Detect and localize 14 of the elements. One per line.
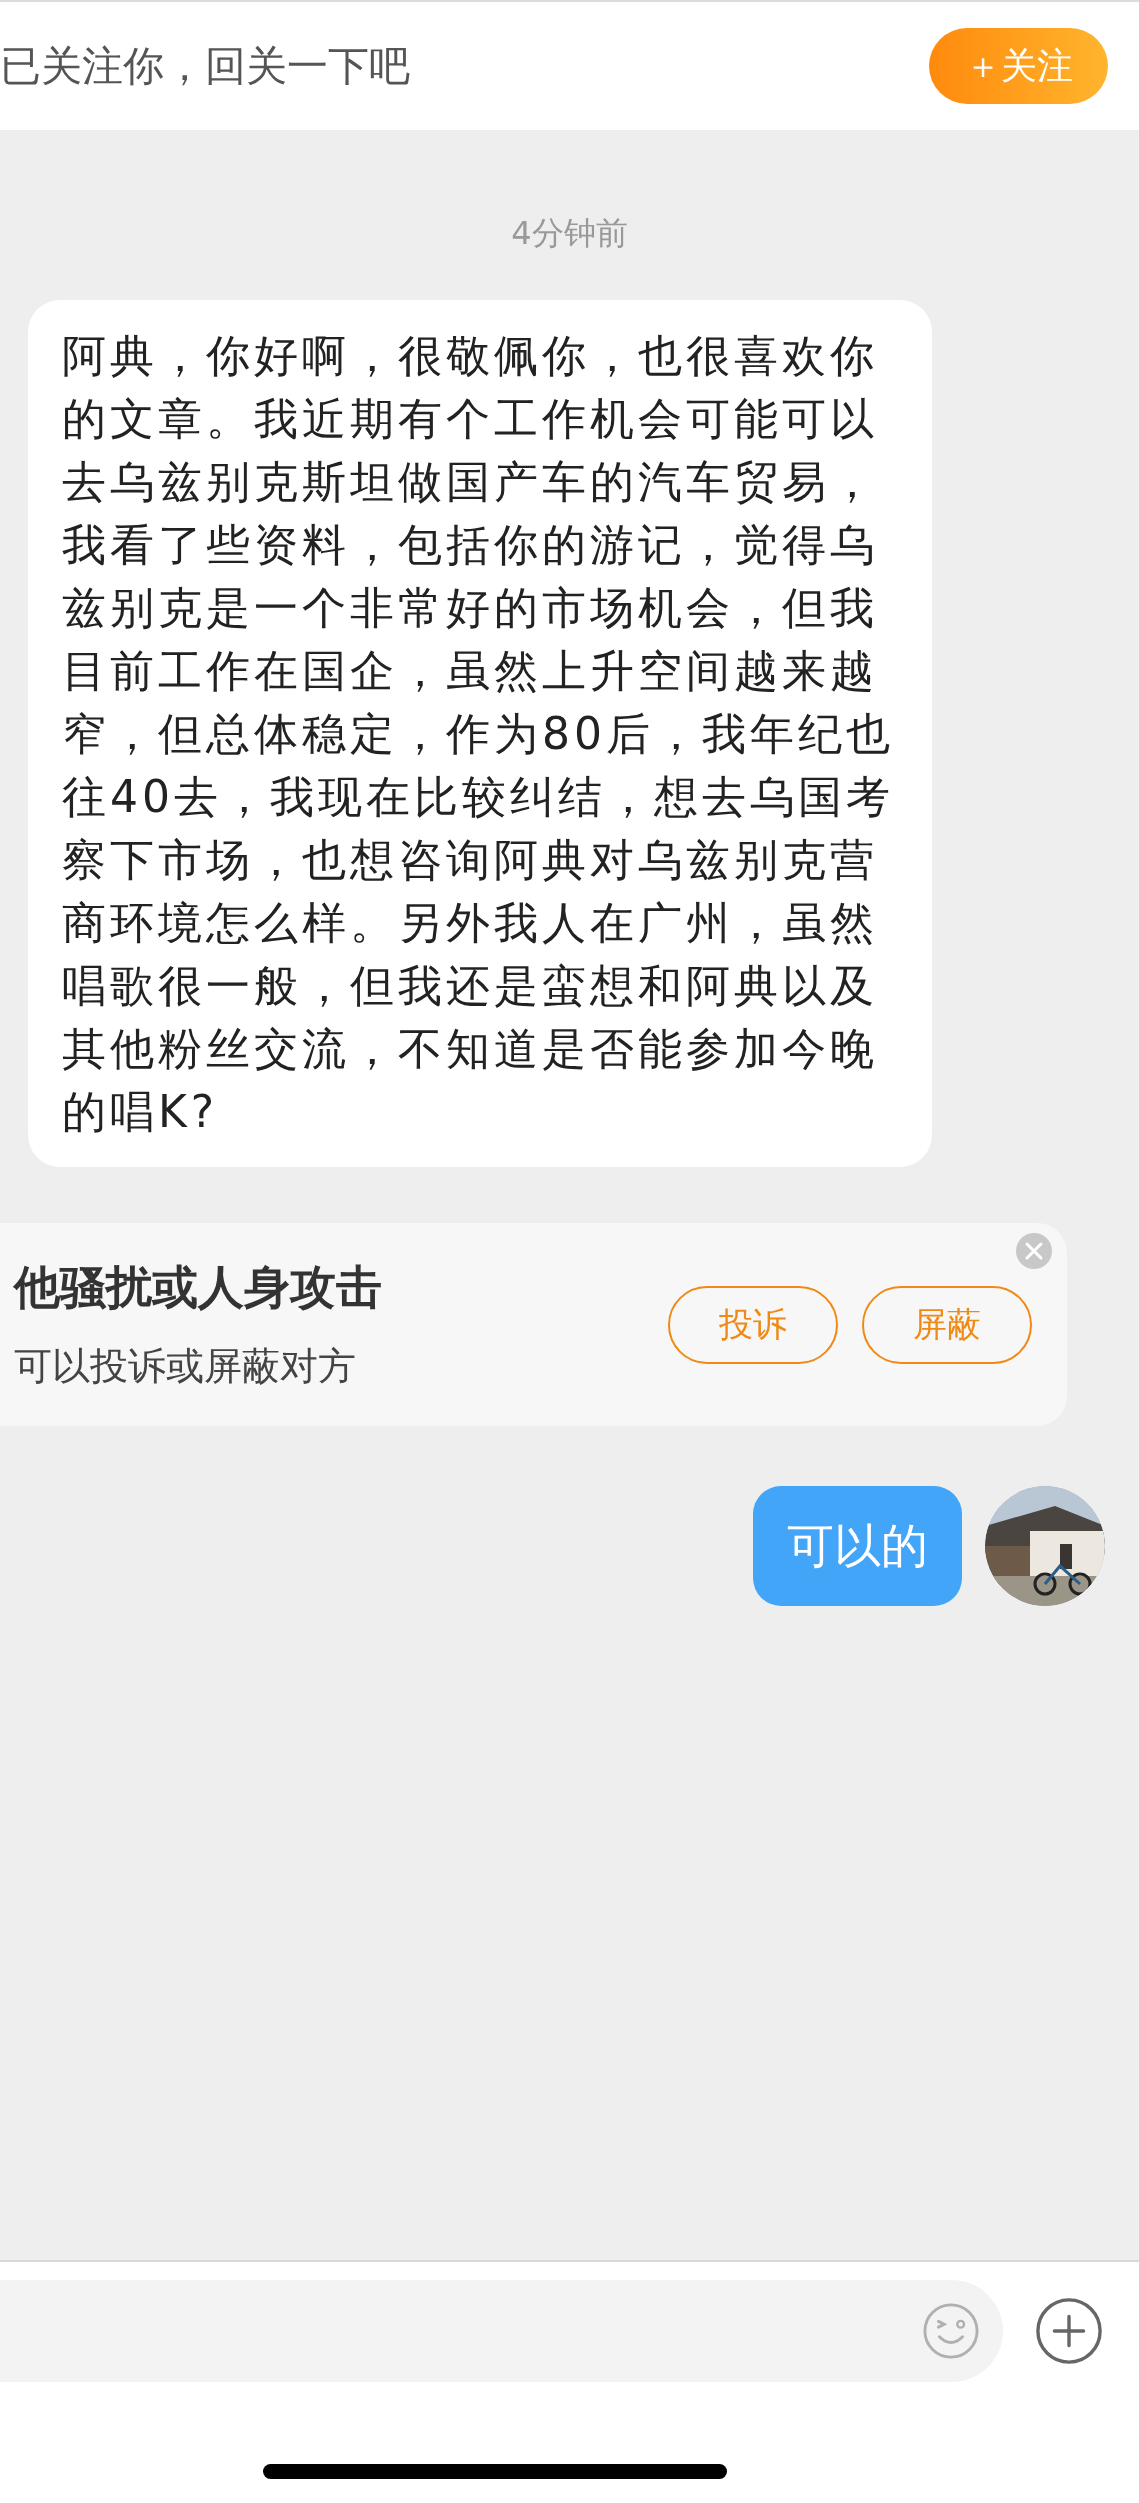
outline-button[interactable]: 投诉 — [668, 1285, 838, 1364]
card-subtitle: 可以投诉或屏蔽对方 — [14, 1343, 357, 1390]
message-bubble: 阿典，你好啊，很敬佩你，也很喜欢你的文章。我近期有个工作机会可能可以去乌兹别克斯坦做国产车的汽车贸易，我看了些资料，包括你的游记，觉得乌兹别克是一个非常好的市场机会，但我目前工作在国企，虽然上升空间越来越窄，但总体稳定，作为80后，我年纪也往40去，我现在比较纠结，想去乌国考察下市场，也想咨询阿典对乌兹别克营商环境怎么样。另外我人在广州，虽然唱歌很一般，但我还是蛮想和阿典以及其他粉丝交流，不知道是否能参加今晚的唱K? — [28, 300, 932, 1167]
message-bubble: 可以的 — [753, 1486, 962, 1606]
follow-button[interactable]: ＋关注 — [929, 28, 1108, 104]
home-indicator[interactable] — [263, 2464, 727, 2479]
outline-button[interactable]: 屏蔽 — [862, 1285, 1032, 1364]
timestamp: 4分钟前 — [510, 213, 629, 254]
follow-notice: 已关注你，回关一下吧 — [0, 40, 410, 92]
message-input-field[interactable] — [0, 2280, 1003, 2382]
close-icon[interactable] — [1016, 1233, 1052, 1269]
smiley-icon[interactable] — [922, 2302, 980, 2360]
add-icon[interactable] — [1035, 2297, 1103, 2365]
card-title: 他骚扰或人身攻击 — [14, 1259, 382, 1316]
